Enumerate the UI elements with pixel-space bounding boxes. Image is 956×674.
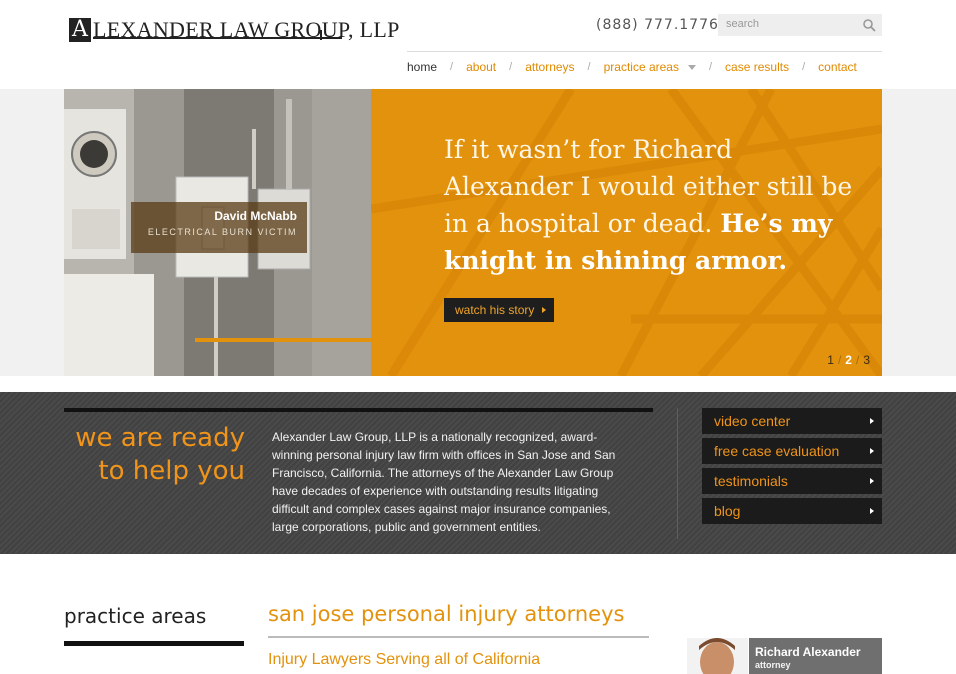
hero-quote: If it wasn’t for Richard Alexander I wou… (444, 131, 864, 279)
nav-home[interactable]: home (407, 60, 437, 74)
watch-story-label: watch his story (455, 303, 535, 317)
link-testimonials-label: testimonials (714, 473, 788, 489)
main-heading-rule (268, 636, 649, 638)
intro-band: we are ready to help you Alexander Law G… (0, 392, 956, 554)
nav-separator: / (587, 60, 591, 73)
nav-separator: / (708, 60, 713, 73)
nav-separator: / (802, 60, 806, 73)
hero-quote-panel: If it wasn’t for Richard Alexander I wou… (371, 89, 882, 376)
arrow-right-icon (870, 418, 874, 424)
practice-areas-heading: practice areas (64, 604, 207, 628)
attorney-card[interactable]: Richard Alexander attorney (749, 638, 882, 674)
slide-page-3[interactable]: 3 (863, 353, 870, 367)
main-subheading: Injury Lawyers Serving all of California (268, 651, 541, 668)
link-blog-label: blog (714, 503, 741, 519)
slide-page-1[interactable]: 1 (827, 353, 834, 367)
link-video-center-label: video center (714, 413, 791, 429)
caption-accent-bar (195, 338, 371, 342)
caption-role: ELECTRICAL BURN VICTIM (147, 227, 297, 237)
nav-contact[interactable]: contact (818, 60, 857, 74)
attorney-role: attorney (755, 660, 791, 670)
band-title-line2: to help you (98, 456, 245, 486)
search-icon[interactable] (862, 18, 876, 32)
band-divider (677, 408, 678, 539)
hero-caption: David McNabb ELECTRICAL BURN VICTIM (131, 202, 307, 253)
link-free-case-evaluation-label: free case evaluation (714, 443, 840, 459)
practice-areas-rule (64, 641, 244, 646)
band-title: we are ready to help you (64, 422, 245, 488)
arrow-right-icon (870, 508, 874, 514)
pager-separator: / (837, 353, 842, 367)
chevron-down-icon[interactable] (687, 64, 696, 70)
band-title-line1: we are ready (75, 423, 245, 453)
slide-page-2[interactable]: 2 (845, 353, 852, 367)
link-free-case-evaluation[interactable]: free case evaluation (702, 438, 882, 464)
logo-underline (93, 37, 342, 39)
search-box[interactable]: search (718, 14, 882, 36)
nav-case-results[interactable]: case results (725, 60, 789, 74)
attorney-photo[interactable] (687, 638, 748, 674)
arrow-right-icon (870, 448, 874, 454)
band-description: Alexander Law Group, LLP is a nationally… (272, 430, 616, 534)
nav-separator: / (509, 60, 513, 73)
link-blog[interactable]: blog (702, 498, 882, 524)
nav-separator: / (450, 60, 454, 73)
logo-underline-tick (320, 30, 322, 40)
nav-about[interactable]: about (466, 60, 496, 74)
pager-separator: / (855, 353, 860, 367)
nav-practice-areas[interactable]: practice areas (604, 60, 696, 74)
link-testimonials[interactable]: testimonials (702, 468, 882, 494)
nav-practice-areas-label: practice areas (603, 59, 679, 74)
search-input[interactable]: search (726, 18, 759, 30)
attorney-portrait (687, 638, 748, 674)
nav-attorneys[interactable]: attorneys (525, 60, 574, 74)
main-heading: san jose personal injury attorneys (268, 602, 625, 626)
arrow-right-icon (870, 478, 874, 484)
play-arrow-icon (542, 307, 546, 313)
band-top-rule (64, 408, 653, 412)
phone-number: (888) 777.1776 (596, 17, 719, 33)
link-video-center[interactable]: video center (702, 408, 882, 434)
attorney-name: Richard Alexander (755, 645, 861, 659)
quick-links: video center free case evaluation testim… (702, 408, 882, 528)
logo-initial: A (69, 18, 91, 42)
main-nav: home / about / attorneys / practice area… (407, 51, 882, 81)
watch-story-button[interactable]: watch his story (444, 298, 554, 322)
slide-pager: 1/2/3 (827, 353, 870, 367)
caption-name: David McNabb (214, 209, 297, 223)
